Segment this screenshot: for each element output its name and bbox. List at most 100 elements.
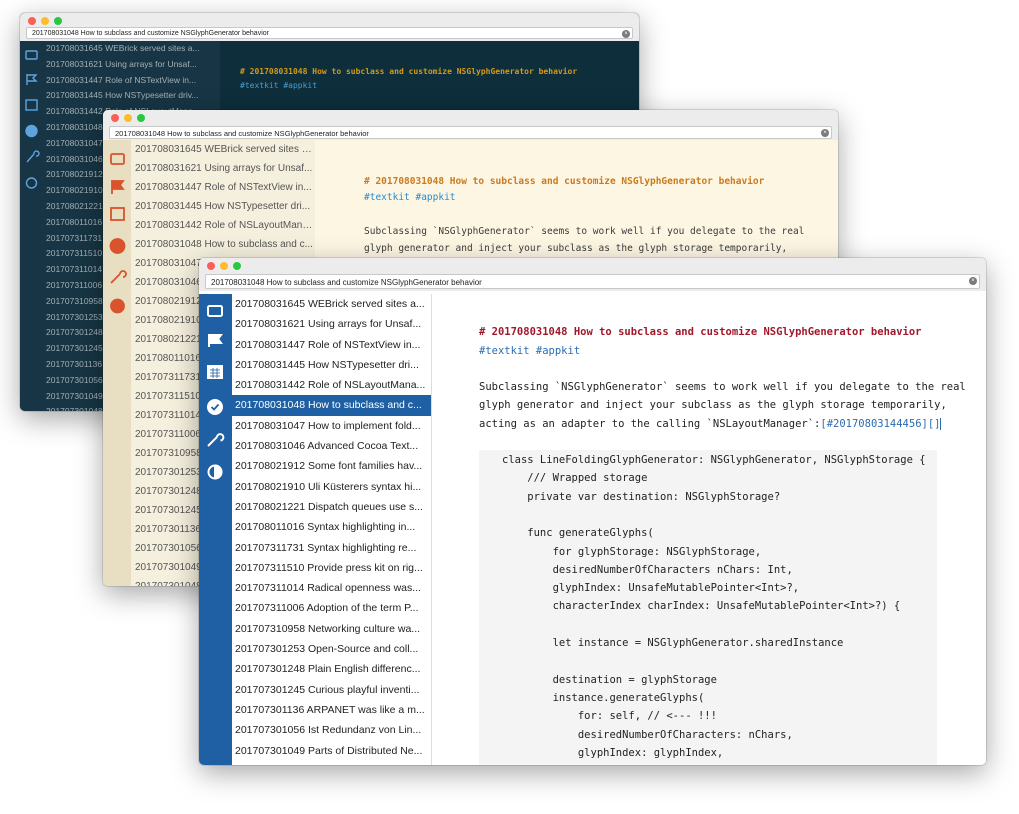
note-list-item[interactable]: 201707311510 Provide press kit on rig...: [232, 558, 431, 578]
monitor-icon: [110, 153, 125, 165]
contrast-icon: [110, 298, 125, 314]
clear-search-icon[interactable]: ×: [821, 129, 829, 137]
flag-icon: [208, 334, 223, 347]
code-line: desiredNumberOfCharacters: nChars,: [502, 728, 793, 741]
close-window-button[interactable]: [28, 17, 36, 25]
wiki-link[interactable]: [#20170803144456][]: [820, 418, 942, 430]
sidebar-icons: [207, 305, 225, 480]
note-list-item[interactable]: 201707301248 Plain English differenc...: [232, 659, 431, 679]
flag-icon: [26, 74, 38, 85]
wrench-icon: [26, 150, 40, 163]
title-bar: 201708031048 How to subclass and customi…: [103, 110, 838, 140]
zoom-window-button[interactable]: [137, 114, 145, 122]
code-line: glyphIndex: glyphIndex,: [502, 746, 724, 759]
note-list-item[interactable]: 201708021910 Uli Küsterers syntax hi...: [232, 477, 431, 497]
note-heading: # 201708031048 How to subclass and custo…: [364, 176, 765, 187]
code-line: let instance = NSGlyphGenerator.sharedIn…: [502, 637, 844, 649]
note-list-item[interactable]: 201707301245 Curious playful inventi...: [232, 680, 431, 700]
minimize-window-button[interactable]: [124, 114, 132, 122]
code-line: glyphIndex: UnsafeMutablePointer<Int>?,: [502, 582, 800, 595]
contrast-icon: [25, 177, 38, 189]
note-list-item[interactable]: 201708031445 How NSTypesetter dri...: [131, 197, 315, 216]
wrench-icon: [207, 433, 225, 447]
note-list-item[interactable]: 201708031621 Using arrays for Unsaf...: [42, 57, 220, 73]
note-list-item[interactable]: 201707301049 Parts of Distributed Ne...: [232, 741, 431, 761]
omnibar-text: 201708031048 How to subclass and customi…: [115, 129, 369, 138]
note-tags[interactable]: #textkit #appkit: [364, 192, 456, 203]
note-list-item[interactable]: 201707301056 Ist Redundanz von Lin...: [232, 720, 431, 740]
checkmark-icon: [109, 238, 126, 254]
note-list-item[interactable]: 201707311006 Adoption of the term P...: [232, 598, 431, 618]
omnibar-search-input[interactable]: 201708031048 How to subclass and customi…: [26, 27, 633, 39]
paragraph-line-with-link: acting as an adapter to the calling `NSL…: [479, 418, 942, 430]
code-line: destination = glyphStorage: [502, 673, 717, 686]
note-list-item[interactable]: 201708031621 Using arrays for Unsaf...: [232, 314, 431, 334]
calendar-icon: [25, 99, 38, 111]
wrench-icon: [110, 270, 127, 284]
omnibar-text: 201708031048 How to subclass and customi…: [32, 30, 269, 37]
zoom-window-button[interactable]: [54, 17, 62, 25]
note-list-item[interactable]: 201708031447 Role of NSTextView in...: [131, 178, 315, 197]
note-list-item[interactable]: 201708031048 How to subclass and c...: [131, 235, 315, 254]
note-heading: # 201708031048 How to subclass and custo…: [479, 326, 922, 338]
note-list-item[interactable]: 201707301136 ARPANET was like a m...: [232, 700, 431, 720]
note-list-item[interactable]: 201708031445 How NSTypesetter dri...: [232, 355, 431, 375]
note-list: 201708031645 WEBrick served sites a... 20…: [232, 294, 432, 765]
note-list-item[interactable]: 201708031445 How NSTypesetter driv...: [42, 88, 220, 104]
note-list-item[interactable]: 201708031442 Role of NSLayoutMana...: [131, 216, 315, 235]
note-editor[interactable]: # 201708031048 How to subclass and custo…: [432, 294, 986, 765]
paragraph-line: Subclassing `NSGlyphGenerator` seems to …: [364, 226, 805, 237]
minimize-window-button[interactable]: [41, 17, 49, 25]
close-window-button[interactable]: [207, 262, 215, 270]
checkmark-icon: [207, 399, 223, 415]
zoom-window-button[interactable]: [233, 262, 241, 270]
paragraph-text: acting as an adapter to the calling `NSL…: [479, 418, 821, 430]
paragraph-line: glyph generator and inject your subclass…: [479, 399, 947, 411]
code-line: func generateGlyphs(: [502, 527, 654, 540]
note-list-item[interactable]: 201708031645 WEBrick served sites a...: [42, 41, 220, 57]
icon-sidebar: [20, 41, 42, 411]
code-line: characterIndex charIndex: UnsafeMutableP…: [502, 600, 901, 613]
note-list-item[interactable]: 201707301253 Open-Source and coll...: [232, 639, 431, 659]
code-line: for: self, // <--- !!!: [502, 710, 717, 723]
contrast-icon: [207, 464, 223, 480]
note-list-item[interactable]: 201708031645 WEBrick served sites a...: [131, 140, 315, 159]
note-list-item-selected[interactable]: 201708031048 How to subclass and c...: [232, 395, 431, 416]
note-tags[interactable]: #textkit #appkit: [240, 81, 317, 90]
monitor-icon: [25, 50, 38, 60]
note-list-item[interactable]: 201708031047 How to implement fold...: [232, 416, 431, 436]
front-window: 201708031048 How to subclass and customi…: [199, 258, 986, 765]
note-list-item[interactable]: 201708021221 Dispatch queues use s...: [232, 497, 431, 517]
calendar-icon: [110, 207, 125, 221]
note-tags[interactable]: #textkit #appkit: [479, 345, 580, 357]
title-bar: 201708031048 How to subclass and customi…: [20, 13, 639, 41]
minimize-window-button[interactable]: [220, 262, 228, 270]
note-list-item[interactable]: 201708031645 WEBrick served sites a...: [232, 294, 431, 314]
calendar-icon: [207, 365, 223, 379]
note-list-item[interactable]: 201708031442 Role of NSLayoutMana...: [232, 375, 431, 395]
sidebar-icons: [25, 50, 40, 189]
note-list-item[interactable]: 201708031447 Role of NSTextView in...: [42, 73, 220, 89]
note-list-item[interactable]: 201708031046 Advanced Cocoa Text...: [232, 436, 431, 456]
close-window-button[interactable]: [111, 114, 119, 122]
note-list-item[interactable]: 201707311014 Radical openness was...: [232, 578, 431, 598]
note-heading: # 201708031048 How to subclass and custo…: [240, 67, 578, 76]
code-line: for glyphStorage: NSGlyphStorage,: [502, 545, 762, 558]
note-list-item[interactable]: 201708031447 Role of NSTextView in...: [232, 335, 431, 355]
code-line: desiredNumberOfCharacters nChars: Int,: [502, 563, 793, 576]
note-list-item[interactable]: 201707310958 Networking culture wa...: [232, 619, 431, 639]
note-list-item[interactable]: 201708021912 Some font families hav...: [232, 456, 431, 476]
note-list-item[interactable]: 201708011016 Syntax highlighting in...: [232, 517, 431, 537]
code-line: instance.generateGlyphs(: [502, 691, 705, 704]
note-list-item[interactable]: 201707311731 Syntax highlighting re...: [232, 538, 431, 558]
note-list-item[interactable]: 201708031621 Using arrays for Unsaf...: [131, 159, 315, 178]
omnibar-search-input[interactable]: 201708031048 How to subclass and customi…: [205, 274, 980, 289]
paragraph-line: Subclassing `NSGlyphGenerator` seems to …: [479, 381, 966, 393]
icon-sidebar: [199, 294, 232, 765]
code-block[interactable]: class LineFoldingGlyphGenerator: NSGlyph…: [479, 450, 937, 765]
clear-search-icon[interactable]: ×: [969, 277, 977, 285]
flag-icon: [111, 180, 125, 194]
omnibar-search-input[interactable]: 201708031048 How to subclass and customi…: [109, 126, 832, 139]
clear-search-icon[interactable]: ×: [622, 30, 630, 38]
note-list-item[interactable]: 201707301048 Redundancy level in a...: [232, 761, 431, 766]
